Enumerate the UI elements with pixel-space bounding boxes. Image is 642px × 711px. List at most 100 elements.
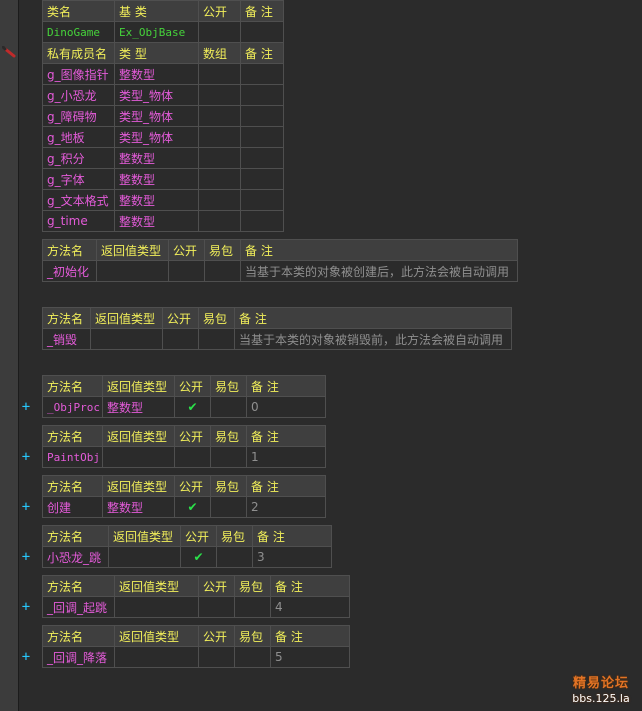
- method-name[interactable]: _销毁: [42, 328, 91, 350]
- method-easy-package[interactable]: [216, 546, 253, 568]
- member-name[interactable]: g_障碍物: [42, 105, 115, 127]
- method-easy-package[interactable]: [204, 260, 241, 282]
- method-public[interactable]: [198, 646, 235, 668]
- public-check-icon[interactable]: ✔: [174, 496, 211, 518]
- member-type[interactable]: 整数型: [114, 210, 199, 232]
- method-return-type[interactable]: [102, 446, 175, 468]
- method-easy-package[interactable]: [234, 596, 271, 618]
- method-remark[interactable]: 1: [246, 446, 326, 468]
- member-remark[interactable]: [240, 105, 284, 127]
- method-remark[interactable]: 当基于本类的对象被销毁前，此方法会被自动调用: [234, 328, 512, 350]
- member-type[interactable]: 整数型: [114, 147, 199, 169]
- member-array[interactable]: [198, 84, 241, 106]
- method-easy-package[interactable]: [210, 496, 247, 518]
- member-remark[interactable]: [240, 84, 284, 106]
- method-row[interactable]: PaintObj 1: [42, 446, 326, 468]
- member-name[interactable]: g_图像指针: [42, 63, 115, 85]
- method-name[interactable]: _ObjProc: [42, 396, 103, 418]
- method-easy-package[interactable]: [234, 646, 271, 668]
- member-array[interactable]: [198, 210, 241, 232]
- method-return-type[interactable]: [96, 260, 169, 282]
- member-remark[interactable]: [240, 210, 284, 232]
- member-row[interactable]: g_小恐龙 类型_物体: [42, 84, 284, 106]
- method-public[interactable]: [168, 260, 205, 282]
- member-name[interactable]: g_地板: [42, 126, 115, 148]
- method-public[interactable]: [174, 446, 211, 468]
- member-row[interactable]: g_图像指针 整数型: [42, 63, 284, 85]
- member-type[interactable]: 整数型: [114, 63, 199, 85]
- member-row[interactable]: g_字体 整数型: [42, 168, 284, 190]
- method-name[interactable]: 小恐龙_跳: [42, 546, 109, 568]
- member-type[interactable]: 类型_物体: [114, 84, 199, 106]
- method-row[interactable]: _销毁 当基于本类的对象被销毁前，此方法会被自动调用: [42, 328, 512, 350]
- method-remark[interactable]: 4: [270, 596, 350, 618]
- expand-button[interactable]: +: [20, 600, 32, 614]
- method-remark[interactable]: 3: [252, 546, 332, 568]
- method-return-type[interactable]: 整数型: [102, 496, 175, 518]
- class-row[interactable]: DinoGame Ex_ObjBase: [42, 21, 284, 43]
- method-return-type[interactable]: [90, 328, 163, 350]
- member-name[interactable]: g_积分: [42, 147, 115, 169]
- member-remark[interactable]: [240, 189, 284, 211]
- member-remark[interactable]: [240, 63, 284, 85]
- method-row[interactable]: _初始化 当基于本类的对象被创建后，此方法会被自动调用: [42, 260, 518, 282]
- method-row[interactable]: _回调_起跳 4: [42, 596, 350, 618]
- member-array[interactable]: [198, 126, 241, 148]
- member-remark[interactable]: [240, 147, 284, 169]
- method-remark[interactable]: 2: [246, 496, 326, 518]
- member-array[interactable]: [198, 105, 241, 127]
- method-return-type[interactable]: [114, 646, 199, 668]
- class-remark-cell[interactable]: [240, 21, 284, 43]
- public-check-icon[interactable]: ✔: [180, 546, 217, 568]
- member-row[interactable]: g_地板 类型_物体: [42, 126, 284, 148]
- method-name[interactable]: _初始化: [42, 260, 97, 282]
- method-row[interactable]: 小恐龙_跳 ✔ 3: [42, 546, 332, 568]
- member-row[interactable]: g_障碍物 类型_物体: [42, 105, 284, 127]
- member-row[interactable]: g_文本格式 整数型: [42, 189, 284, 211]
- method-return-type[interactable]: 整数型: [102, 396, 175, 418]
- method-row[interactable]: 创建 整数型 ✔ 2: [42, 496, 326, 518]
- member-array[interactable]: [198, 63, 241, 85]
- method-easy-package[interactable]: [198, 328, 235, 350]
- member-name[interactable]: g_文本格式: [42, 189, 115, 211]
- method-remark[interactable]: 5: [270, 646, 350, 668]
- method-public[interactable]: [198, 596, 235, 618]
- method-row[interactable]: _ObjProc 整数型 ✔ 0: [42, 396, 326, 418]
- member-type[interactable]: 整数型: [114, 168, 199, 190]
- member-name[interactable]: g_time: [42, 210, 115, 232]
- member-row[interactable]: g_time 整数型: [42, 210, 284, 232]
- expand-button[interactable]: +: [20, 500, 32, 514]
- member-row[interactable]: g_积分 整数型: [42, 147, 284, 169]
- method-easy-package[interactable]: [210, 446, 247, 468]
- method-remark[interactable]: 当基于本类的对象被创建后，此方法会被自动调用: [240, 260, 518, 282]
- public-check-icon[interactable]: ✔: [174, 396, 211, 418]
- member-type[interactable]: 整数型: [114, 189, 199, 211]
- method-return-type[interactable]: [108, 546, 181, 568]
- base-class-cell[interactable]: Ex_ObjBase: [114, 21, 199, 43]
- member-array[interactable]: [198, 189, 241, 211]
- method-name[interactable]: PaintObj: [42, 446, 103, 468]
- expand-button[interactable]: +: [20, 650, 32, 664]
- method-easy-package[interactable]: [210, 396, 247, 418]
- expand-button[interactable]: +: [20, 400, 32, 414]
- expand-button[interactable]: +: [20, 450, 32, 464]
- member-type[interactable]: 类型_物体: [114, 126, 199, 148]
- method-name[interactable]: _回调_降落: [42, 646, 115, 668]
- class-public-cell[interactable]: [198, 21, 241, 43]
- member-remark[interactable]: [240, 126, 284, 148]
- method-name[interactable]: 创建: [42, 496, 103, 518]
- member-array[interactable]: [198, 147, 241, 169]
- member-array[interactable]: [198, 168, 241, 190]
- member-remark[interactable]: [240, 168, 284, 190]
- class-name-cell[interactable]: DinoGame: [42, 21, 115, 43]
- method-return-type[interactable]: [114, 596, 199, 618]
- method-name[interactable]: _回调_起跳: [42, 596, 115, 618]
- method-row[interactable]: _回调_降落 5: [42, 646, 350, 668]
- method-remark[interactable]: 0: [246, 396, 326, 418]
- method-public[interactable]: [162, 328, 199, 350]
- expand-button[interactable]: +: [20, 550, 32, 564]
- member-name[interactable]: g_字体: [42, 168, 115, 190]
- member-type[interactable]: 类型_物体: [114, 105, 199, 127]
- member-name[interactable]: g_小恐龙: [42, 84, 115, 106]
- method-header-row: 方法名 返回值类型 公开 易包 备 注: [42, 239, 518, 261]
